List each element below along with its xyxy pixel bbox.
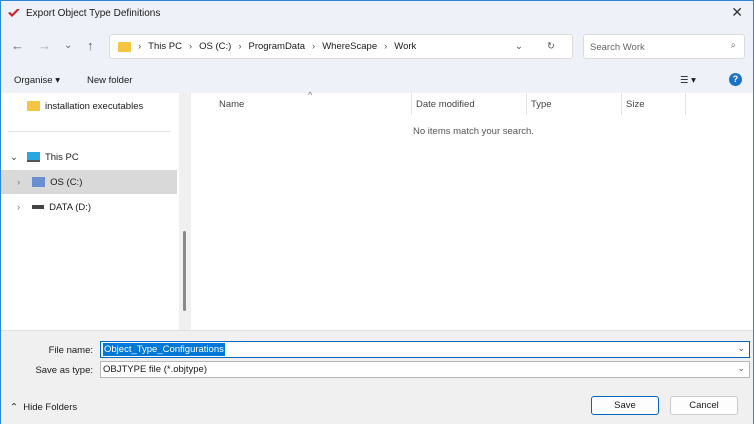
- navigation-pane: installation executables ⌄ This PC › OS …: [1, 93, 179, 330]
- breadcrumb-item[interactable]: WhereScape: [322, 41, 377, 52]
- search-input[interactable]: Search Work ⌕: [583, 34, 745, 59]
- chevron-down-icon[interactable]: ⌄: [515, 41, 523, 52]
- column-header-date-modified[interactable]: Date modified: [416, 99, 475, 115]
- forward-button[interactable]: →: [38, 38, 51, 53]
- save-type-select[interactable]: OBJTYPE file (*.objtype) ⌄: [100, 361, 750, 378]
- new-folder-button[interactable]: New folder: [87, 75, 132, 86]
- title-bar: Export Object Type Definitions ✕: [1, 1, 753, 25]
- up-button[interactable]: ↑: [87, 38, 94, 53]
- chevron-down-icon[interactable]: ⌄: [10, 152, 18, 163]
- file-name-label: File name:: [48, 345, 93, 356]
- column-header-name[interactable]: Name: [219, 99, 244, 115]
- column-header-size[interactable]: Size: [626, 99, 644, 115]
- search-placeholder: Search Work: [590, 42, 645, 53]
- recent-locations-button[interactable]: ⌄: [64, 40, 72, 51]
- address-bar[interactable]: › This PC › OS (C:) › ProgramData › WhereSca…: [109, 34, 573, 59]
- navigation-scrollbar[interactable]: [179, 93, 191, 330]
- save-button[interactable]: Save: [591, 396, 659, 415]
- view-options-button[interactable]: ☰ ▾: [680, 75, 696, 86]
- breadcrumb-item[interactable]: This PC: [148, 41, 182, 52]
- column-divider: [411, 93, 412, 115]
- drive-icon: [32, 177, 46, 187]
- breadcrumb-item[interactable]: ProgramData: [249, 41, 306, 52]
- column-divider: [526, 93, 527, 115]
- tree-item-this-pc[interactable]: ⌄ This PC: [1, 145, 177, 169]
- tree-item-data-d[interactable]: › DATA (D:): [1, 195, 177, 219]
- chevron-right-icon[interactable]: ›: [17, 177, 20, 188]
- hide-folders-button[interactable]: ⌃ Hide Folders: [10, 402, 77, 413]
- file-list: ^ Name Date modified Type Size No items …: [191, 90, 753, 330]
- cancel-button[interactable]: Cancel: [670, 396, 738, 415]
- help-button[interactable]: ?: [729, 73, 742, 86]
- sort-ascending-icon: ^: [308, 90, 313, 100]
- column-divider: [685, 93, 686, 115]
- save-form: File name: Object_Type_Configurations ⌄ …: [1, 330, 753, 424]
- refresh-icon[interactable]: ↻: [547, 41, 555, 52]
- file-name-value: Object_Type_Configurations: [103, 343, 225, 356]
- column-header-type[interactable]: Type: [531, 99, 552, 115]
- computer-icon: [26, 152, 40, 162]
- organise-button[interactable]: Organise ▾: [14, 75, 60, 86]
- toolbar: Organise ▾ New folder ☰ ▾ ?: [1, 67, 753, 93]
- chevron-down-icon[interactable]: ⌄: [737, 363, 745, 374]
- divider: [8, 131, 171, 132]
- chevron-down-icon[interactable]: ⌄: [737, 343, 745, 354]
- drive-icon: [32, 205, 45, 209]
- save-type-label: Save as type:: [35, 365, 93, 376]
- chevron-right-icon[interactable]: ›: [17, 202, 20, 213]
- scrollbar-thumb[interactable]: [183, 231, 186, 311]
- breadcrumb-item[interactable]: Work: [394, 41, 416, 52]
- folder-icon: [27, 101, 40, 111]
- breadcrumb-item[interactable]: OS (C:): [199, 41, 231, 52]
- save-type-value: OBJTYPE file (*.objtype): [103, 364, 208, 375]
- file-name-input[interactable]: Object_Type_Configurations ⌄: [100, 341, 750, 358]
- back-button[interactable]: ←: [11, 38, 24, 53]
- empty-message: No items match your search.: [413, 126, 534, 137]
- close-button[interactable]: ✕: [731, 4, 743, 21]
- column-divider: [621, 93, 622, 115]
- folder-icon: [118, 41, 131, 52]
- save-dialog: Export Object Type Definitions ✕ ← → ⌄ ↑…: [0, 0, 754, 424]
- tree-item-installation-executables[interactable]: installation executables: [1, 94, 177, 118]
- search-icon: ⌕: [730, 40, 736, 51]
- window-title: Export Object Type Definitions: [26, 7, 161, 19]
- app-logo-icon: [8, 9, 20, 17]
- navigation-bar: ← → ⌄ ↑ › This PC › OS (C:) › ProgramData ›…: [1, 25, 753, 67]
- tree-item-os-c[interactable]: › OS (C:): [1, 170, 177, 194]
